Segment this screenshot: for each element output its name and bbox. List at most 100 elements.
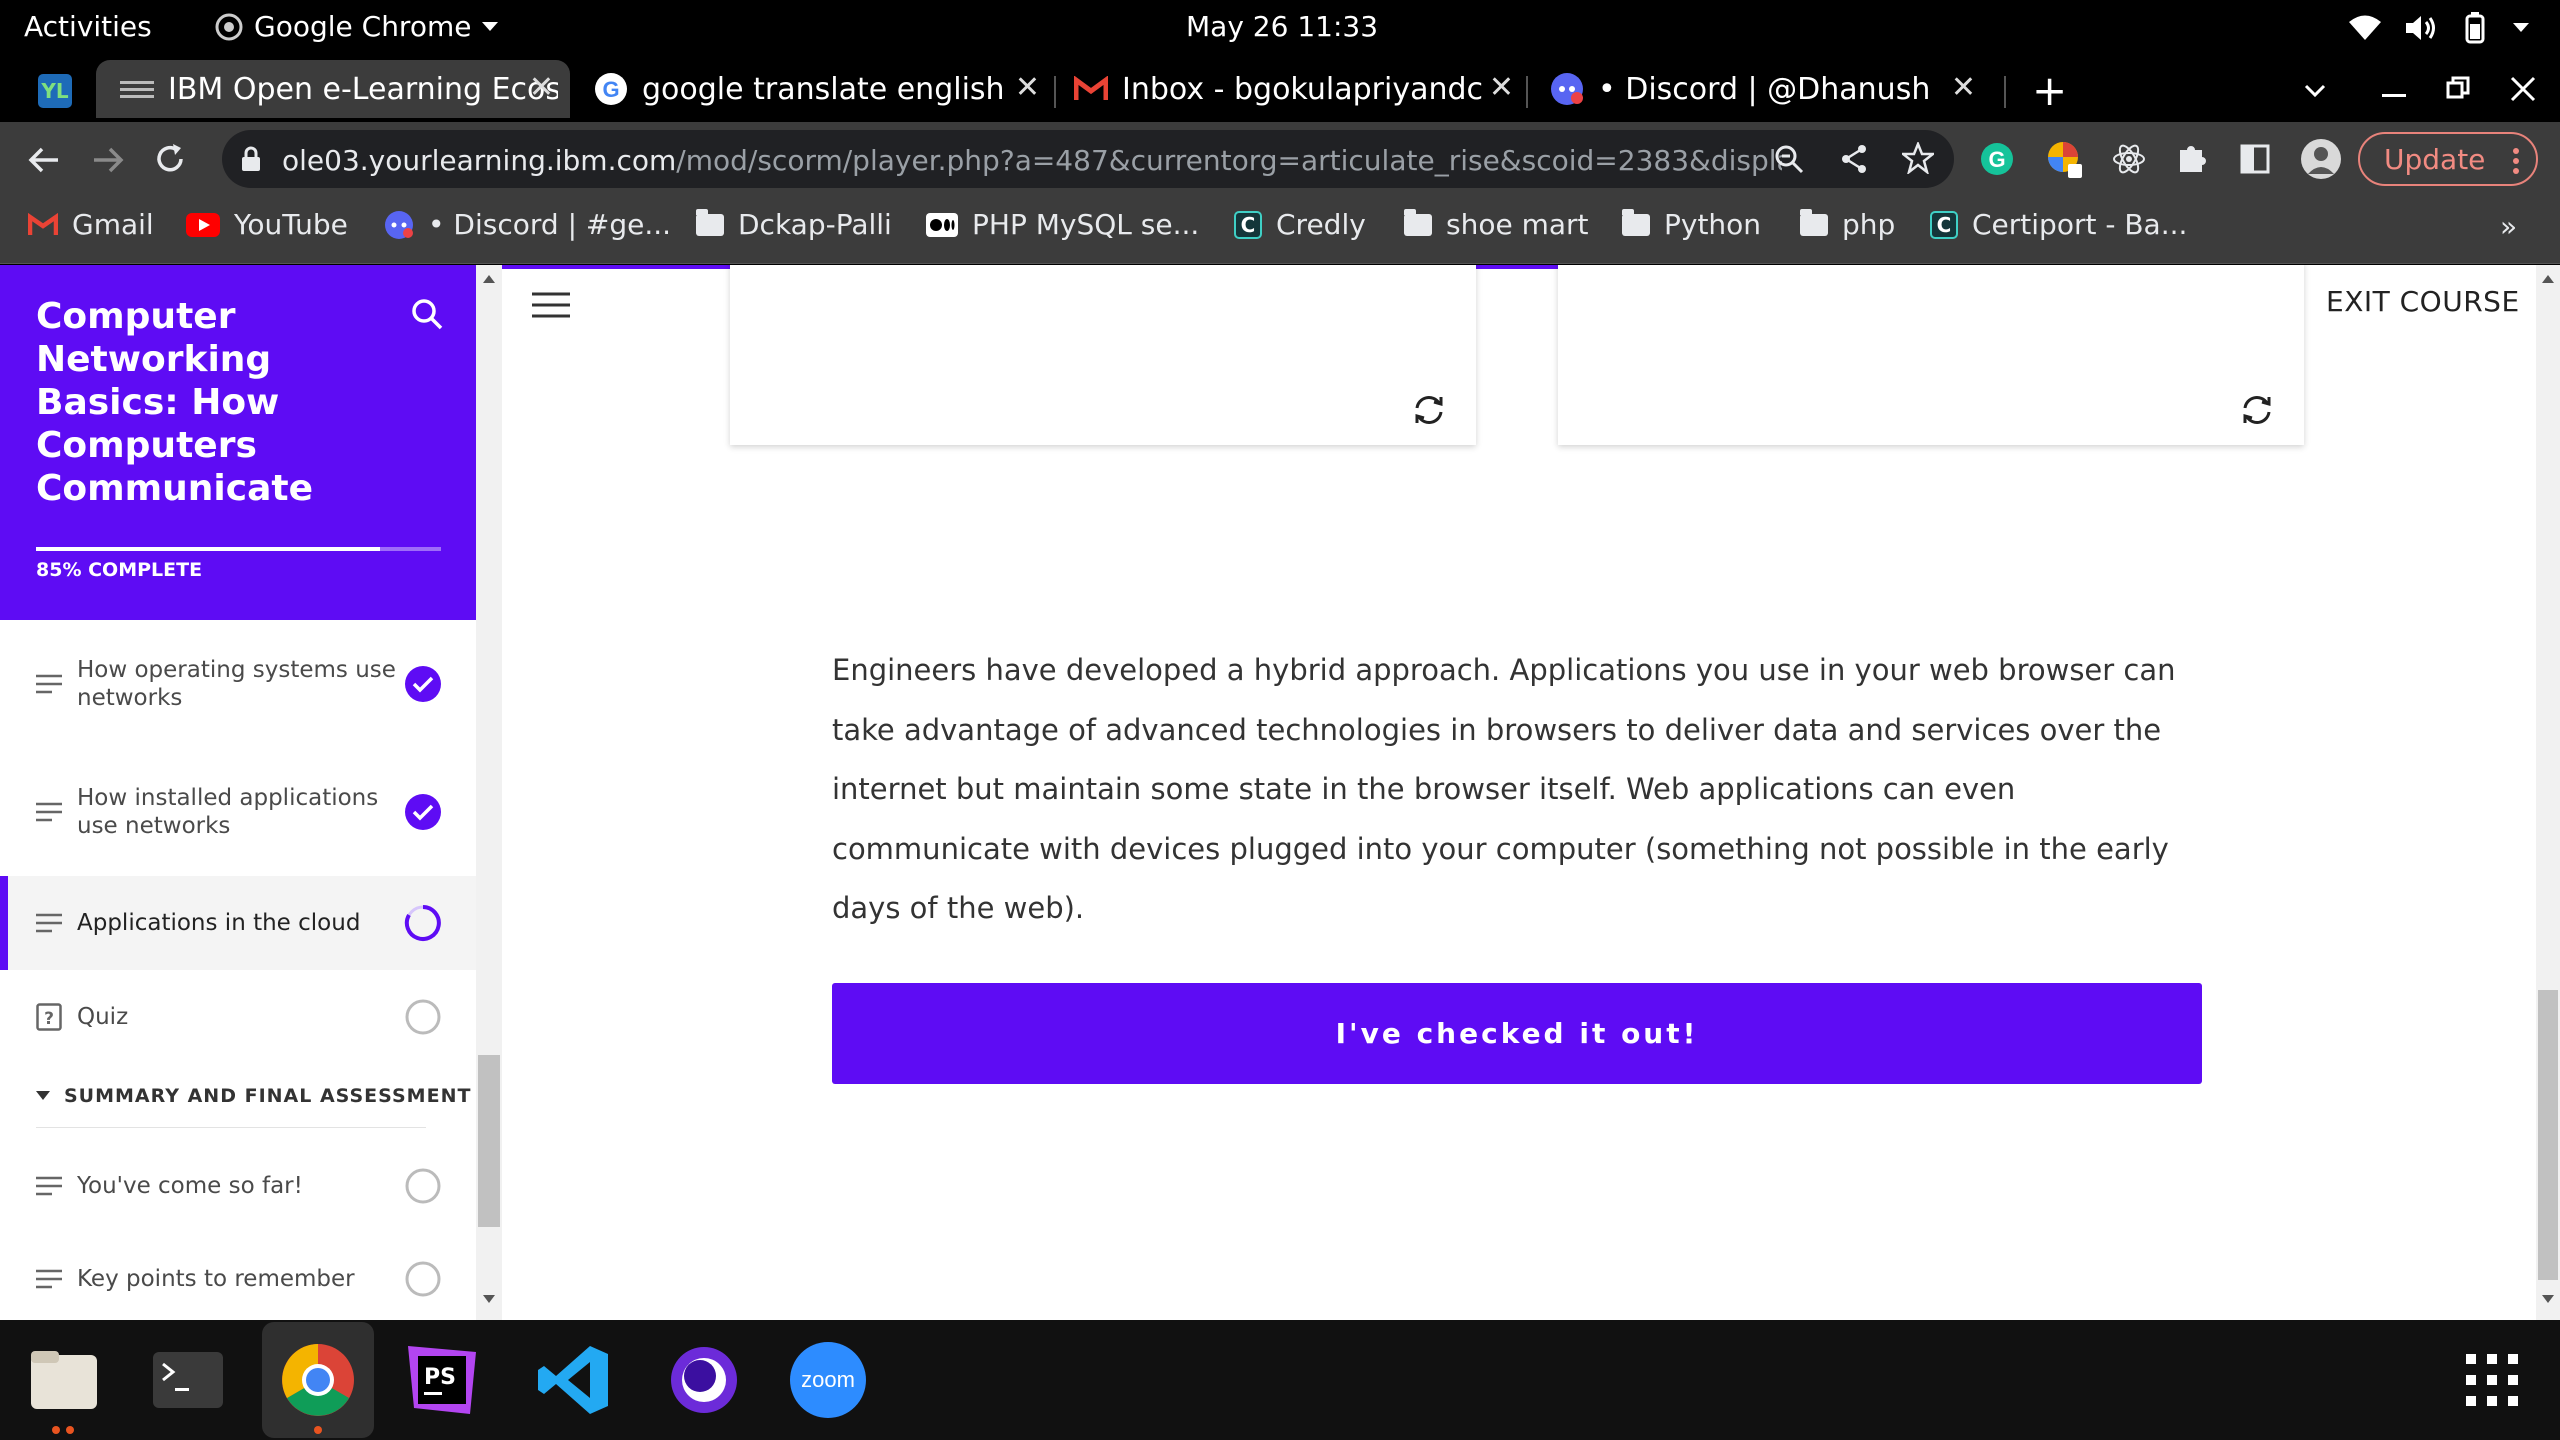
close-icon[interactable]: ✕	[1015, 70, 1040, 105]
share-icon[interactable]	[1840, 144, 1868, 174]
tab-search-chevron-icon[interactable]	[2304, 84, 2326, 98]
bookmark-credly[interactable]: C Credly	[1234, 208, 1366, 241]
bookmark-discord[interactable]: • Discord | #ge...	[384, 208, 671, 241]
terminal-app-icon[interactable]	[150, 1342, 226, 1418]
restore-icon[interactable]	[2446, 76, 2470, 100]
system-tray[interactable]	[2348, 12, 2530, 44]
recorder-icon	[671, 1347, 737, 1413]
chrome-app-icon[interactable]	[280, 1342, 356, 1418]
lines-icon	[36, 674, 62, 694]
youtube-icon	[186, 212, 220, 237]
close-window-icon[interactable]	[2510, 76, 2536, 102]
in-progress-ring-icon	[404, 905, 441, 941]
color-picker-icon[interactable]	[2046, 140, 2086, 180]
flip-card-icon[interactable]	[1412, 393, 1446, 427]
close-icon[interactable]: ✕	[529, 70, 554, 105]
running-indicator	[66, 1426, 74, 1434]
bookmark-folder-dckap[interactable]: Dckap-Palli	[696, 208, 892, 241]
checked-it-out-button[interactable]: I've checked it out!	[832, 983, 2202, 1084]
side-panel-icon[interactable]	[2240, 144, 2270, 174]
grammarly-icon[interactable]: G	[1980, 142, 2014, 176]
zoom-icon[interactable]	[1774, 144, 1804, 174]
tab-gmail-inbox[interactable]: Inbox - bgokulapriyandcka ✕	[1066, 60, 1530, 118]
tab-ibm-learning[interactable]: IBM Open e-Learning Ecos ✕	[96, 60, 570, 118]
lesson-content: EXIT COURSE Engineers have developed a h…	[502, 265, 2536, 1320]
sidebar-scroll-thumb[interactable]	[478, 1055, 500, 1227]
lesson-label: Quiz	[77, 1004, 129, 1030]
bookmark-gmail[interactable]: Gmail	[28, 208, 154, 241]
tab-separator	[1054, 76, 1056, 108]
back-arrow-icon[interactable]	[28, 146, 60, 174]
exit-course-link[interactable]: EXIT COURSE	[2326, 285, 2520, 318]
bookmark-folder-python[interactable]: Python	[1622, 208, 1761, 241]
check-circle-icon	[405, 794, 441, 830]
phpstorm-app-icon[interactable]: PS	[404, 1342, 480, 1418]
react-devtools-icon[interactable]	[2112, 142, 2146, 176]
zoom-app-icon[interactable]: zoom	[790, 1342, 866, 1418]
url-host: ole03.yourlearning.ibm.com	[282, 144, 677, 177]
lesson-item-applications-in-the-cloud[interactable]: Applications in the cloud	[0, 876, 476, 970]
more-bookmarks-icon[interactable]: »	[2500, 210, 2517, 243]
lesson-item-key-points[interactable]: Key points to remember	[0, 1232, 476, 1320]
minimize-icon[interactable]	[2382, 94, 2406, 98]
volume-icon	[2406, 16, 2435, 40]
tab-separator	[2004, 76, 2006, 108]
close-icon[interactable]: ✕	[1489, 70, 1514, 105]
tab-google-translate[interactable]: G google translate english t ✕	[586, 60, 1056, 118]
gmail-icon	[1074, 76, 1108, 100]
scroll-up-icon	[2542, 275, 2554, 283]
vscode-app-icon[interactable]	[536, 1342, 612, 1418]
update-button[interactable]: Update	[2358, 132, 2538, 186]
bookmark-star-icon[interactable]	[1902, 142, 1934, 174]
new-tab-icon[interactable]: +	[2032, 66, 2067, 115]
files-app-icon[interactable]	[26, 1342, 102, 1418]
progress-fill	[36, 547, 381, 551]
lines-icon	[36, 802, 62, 822]
credly-icon: C	[1234, 210, 1262, 239]
lesson-item-youve-come-so-far[interactable]: You've come so far!	[0, 1139, 476, 1233]
flashcard[interactable]	[730, 265, 1476, 445]
app-menu[interactable]: Google Chrome	[214, 10, 499, 43]
lines-icon	[36, 1176, 62, 1196]
flip-card-icon[interactable]	[2240, 393, 2274, 427]
bookmark-label: Python	[1664, 208, 1762, 241]
lesson-item-operating-systems[interactable]: How operating systems use networks	[0, 620, 476, 748]
bookmark-certiport[interactable]: C Certiport - Ba...	[1930, 208, 2187, 241]
page-scroll-thumb[interactable]	[2538, 990, 2558, 1280]
lesson-item-quiz[interactable]: ? Quiz	[0, 970, 476, 1064]
bookmark-php-mysql[interactable]: PHP MySQL se...	[926, 208, 1199, 241]
flashcard[interactable]	[1558, 265, 2304, 445]
caret-down-icon	[36, 1091, 50, 1100]
extensions-puzzle-icon[interactable]	[2176, 142, 2208, 174]
ylearn-pinned-icon[interactable]: YL	[38, 74, 72, 108]
reload-icon[interactable]	[154, 143, 186, 175]
tab-separator	[1526, 76, 1528, 108]
search-icon[interactable]	[410, 297, 444, 331]
running-indicator	[52, 1426, 60, 1434]
bookmarks-bar: Gmail YouTube • Discord | #ge... Dckap-P…	[0, 196, 2560, 264]
clock[interactable]: May 26 11:33	[1186, 10, 1378, 43]
section-header-summary[interactable]: SUMMARY AND FINAL ASSESSMENT	[36, 1085, 471, 1107]
tab-discord[interactable]: • Discord | @Dhanush ✕	[1540, 60, 1992, 118]
activities-button[interactable]: Activities	[24, 10, 152, 43]
profile-avatar-icon[interactable]	[2300, 138, 2342, 180]
ibm-logo-icon	[120, 81, 154, 98]
lesson-item-installed-applications[interactable]: How installed applications use networks	[0, 748, 476, 876]
bookmark-label: Certiport - Ba...	[1972, 208, 2188, 241]
address-bar[interactable]: ole03.yourlearning.ibm.com/mod/scorm/pla…	[222, 130, 1954, 188]
dock: PS zoom	[0, 1320, 2560, 1440]
running-indicator	[314, 1426, 322, 1434]
menu-icon[interactable]	[532, 291, 570, 319]
forward-arrow-icon[interactable]	[92, 146, 124, 174]
folder-icon	[31, 1351, 97, 1409]
screen-recorder-app-icon[interactable]	[666, 1342, 742, 1418]
bookmark-youtube[interactable]: YouTube	[186, 208, 348, 241]
close-icon[interactable]: ✕	[1951, 70, 1976, 105]
bookmark-folder-shoe-mart[interactable]: shoe mart	[1404, 208, 1589, 241]
bookmark-folder-php[interactable]: php	[1800, 208, 1895, 241]
wifi-icon	[2349, 15, 2381, 40]
course-header: Computer Networking Basics: How Computer…	[0, 265, 476, 620]
folder-icon	[1404, 208, 1432, 236]
show-apps-grid-icon[interactable]	[2466, 1354, 2518, 1406]
svg-text:G: G	[602, 77, 619, 102]
